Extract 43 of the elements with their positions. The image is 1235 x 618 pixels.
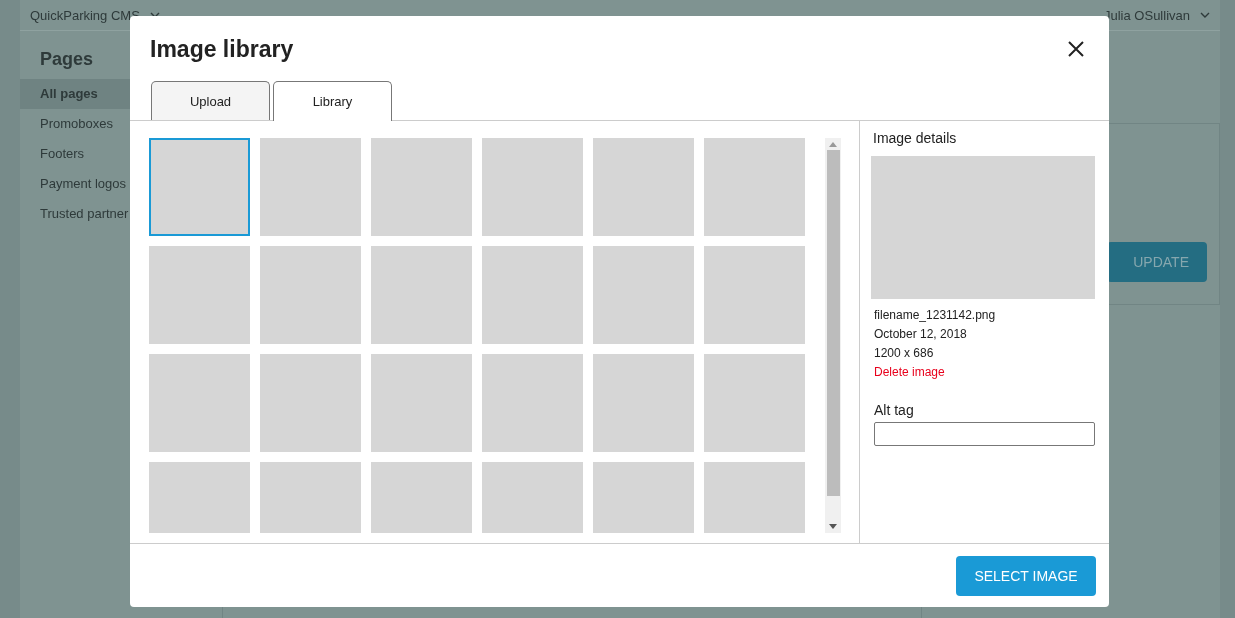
image-thumbnail[interactable] — [149, 138, 250, 236]
image-thumbnail[interactable] — [371, 138, 472, 236]
image-thumbnail[interactable] — [482, 354, 583, 452]
image-thumbnail[interactable] — [704, 246, 805, 344]
upload-date: October 12, 2018 — [874, 326, 967, 343]
image-thumbnail[interactable] — [371, 354, 472, 452]
image-thumbnail[interactable] — [482, 246, 583, 344]
delete-image-link[interactable]: Delete image — [874, 363, 945, 382]
alt-tag-label: Alt tag — [874, 402, 914, 418]
close-icon[interactable] — [1068, 40, 1084, 57]
file-name: filename_1231142.png — [874, 307, 996, 324]
image-thumbnail[interactable] — [593, 462, 694, 533]
image-thumbnail[interactable] — [260, 138, 361, 236]
image-thumbnail[interactable] — [260, 462, 361, 533]
tab[interactable]: Upload — [151, 81, 270, 120]
image-thumbnail[interactable] — [371, 462, 472, 533]
image-thumbnail[interactable] — [149, 246, 250, 344]
dialog-title: Image library — [150, 35, 294, 63]
image-thumbnail[interactable] — [704, 354, 805, 452]
tab[interactable]: Library — [273, 81, 392, 121]
image-thumbnail[interactable] — [704, 138, 805, 236]
update-button[interactable]: UPDATE — [1107, 242, 1207, 282]
image-thumbnail[interactable] — [704, 462, 805, 533]
image-thumbnail[interactable] — [593, 138, 694, 236]
scroll-down-icon[interactable] — [829, 524, 837, 529]
alt-tag-field[interactable] — [874, 422, 1095, 446]
image-thumbnail[interactable] — [371, 246, 472, 344]
scrollbar[interactable] — [825, 138, 841, 533]
user-menu[interactable]: Julia OSullivan — [1104, 7, 1210, 23]
details-heading: Image details — [873, 130, 957, 146]
image-thumbnail[interactable] — [260, 246, 361, 344]
image-thumbnail[interactable] — [482, 462, 583, 533]
image-thumbnail[interactable] — [149, 462, 250, 533]
sidebar-title: Pages — [39, 49, 95, 70]
image-thumbnail[interactable] — [593, 354, 694, 452]
select-image-button[interactable]: SELECT IMAGE — [956, 555, 1096, 596]
chevron-down-icon — [1200, 12, 1210, 18]
image-thumbnail[interactable] — [149, 354, 250, 452]
scroll-up-icon[interactable] — [829, 142, 837, 147]
image-thumbnail[interactable] — [482, 138, 583, 236]
image-thumbnail[interactable] — [260, 354, 361, 452]
image-dimensions: 1200 x 686 — [874, 345, 934, 362]
image-thumbnail[interactable] — [593, 246, 694, 344]
